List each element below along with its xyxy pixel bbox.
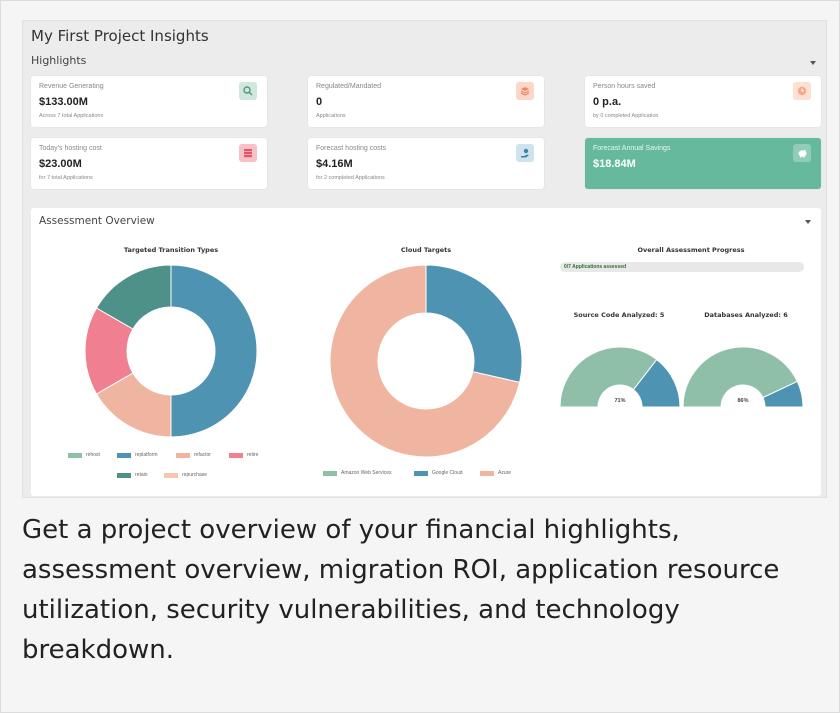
- cloud-targets-donut: [329, 264, 523, 458]
- card-subtext: for 7 total Applications: [39, 175, 93, 181]
- card-subtext: for 2 completed Applications: [316, 175, 385, 181]
- legend-swatch: [117, 472, 131, 478]
- server-icon: [239, 144, 257, 162]
- card-label: Forecast hosting costs: [316, 145, 387, 152]
- page-title: My First Project Insights: [31, 27, 209, 45]
- card-todays-hosting-cost[interactable]: Today's hosting cost $23.00M for 7 total…: [31, 138, 267, 189]
- legend-label: rehost: [86, 452, 100, 458]
- card-label: Today's hosting cost: [39, 145, 102, 152]
- card-label: Revenue Generating: [39, 83, 104, 90]
- dashboard-screenshot: My First Project Insights Highlights Rev…: [22, 20, 827, 498]
- piggy-bank-icon: [793, 144, 811, 162]
- legend-item-replatform: replatform: [117, 452, 158, 458]
- card-value: $133.00M: [39, 96, 88, 108]
- magnifier-dollar-icon: [239, 82, 257, 100]
- assessment-overview-title: Assessment Overview: [39, 215, 155, 227]
- legend-label: retain: [135, 472, 148, 478]
- card-revenue-generating[interactable]: Revenue Generating $133.00M Across 7 tot…: [31, 76, 267, 127]
- legend-item-google-cloud: Google Cloud: [414, 470, 463, 476]
- card-value: 0 p.a.: [593, 96, 622, 108]
- card-label: Forecast Annual Savings: [593, 145, 671, 152]
- card-value: $18.84M: [593, 158, 636, 170]
- assessment-overview-panel: Assessment Overview Targeted Transition …: [31, 208, 821, 496]
- overall-progress-title: Overall Assessment Progress: [637, 246, 745, 254]
- legend-swatch: [323, 470, 337, 476]
- assessment-progress-text: 0/7 Applications assessed: [564, 264, 627, 270]
- source-code-percent: 71%: [614, 398, 626, 404]
- databases-title: Databases Analyzed: 6: [704, 311, 788, 319]
- legend-label: Amazon Web Services: [341, 470, 392, 476]
- card-label: Person hours saved: [593, 83, 656, 90]
- legend-swatch: [68, 452, 82, 458]
- legend-swatch: [480, 470, 494, 476]
- card-value: 0: [316, 96, 323, 108]
- source-code-title: Source Code Analyzed: 5: [573, 311, 665, 319]
- transition-types-title: Targeted Transition Types: [123, 246, 219, 254]
- feature-caption: Get a project overview of your financial…: [22, 515, 780, 665]
- legend-swatch: [164, 472, 178, 478]
- card-value: $4.16M: [316, 158, 353, 170]
- legend-item-repurchase: repurchase: [164, 472, 207, 478]
- legend-label: Google Cloud: [432, 470, 463, 476]
- card-subtext: Across 7 total Applications: [39, 113, 104, 119]
- legend-label: replatform: [135, 452, 158, 458]
- legend-label: Azure: [498, 470, 512, 476]
- card-subtext: by 0 completed Application: [593, 113, 659, 119]
- card-forecast-hosting-costs[interactable]: Forecast hosting costs $4.16M for 2 comp…: [308, 138, 544, 189]
- card-subtext: Applications: [316, 113, 346, 119]
- legend-item-retire: retire: [229, 452, 258, 458]
- assessment-progress-bar: 0/7 Applications assessed: [560, 262, 804, 272]
- legend-item-azure: Azure: [480, 470, 511, 476]
- legend-item-retain: retain: [117, 472, 148, 478]
- highlights-collapse-icon[interactable]: [810, 61, 816, 65]
- legend-label: refactor: [194, 452, 211, 458]
- slice-replatform[interactable]: [170, 264, 258, 438]
- clock-icon: [793, 82, 811, 100]
- hand-dollar-icon: [516, 144, 534, 162]
- legend-label: retire: [247, 452, 259, 458]
- legend-swatch: [176, 452, 190, 458]
- cloud-targets-title: Cloud Targets: [400, 246, 452, 254]
- legend-label: repurchase: [182, 472, 208, 478]
- legend-swatch: [414, 470, 428, 476]
- stack-icon: [516, 82, 534, 100]
- legend-item-aws: Amazon Web Services: [323, 470, 391, 476]
- databases-percent: 86%: [737, 398, 749, 404]
- card-label: Regulated/Mandated: [316, 83, 381, 90]
- content-frame: My First Project Insights Highlights Rev…: [0, 0, 840, 713]
- legend-swatch: [117, 452, 131, 458]
- highlights-title: Highlights: [31, 54, 87, 67]
- card-person-hours-saved[interactable]: Person hours saved 0 p.a. by 0 completed…: [585, 76, 821, 127]
- legend-item-refactor: refactor: [176, 452, 211, 458]
- card-forecast-annual-savings[interactable]: Forecast Annual Savings $18.84M: [585, 138, 821, 189]
- card-value: $23.00M: [39, 158, 82, 170]
- assessment-collapse-icon[interactable]: [805, 220, 811, 224]
- slice-google-cloud[interactable]: [425, 264, 523, 383]
- legend-item-rehost: rehost: [68, 452, 100, 458]
- card-regulated-mandated[interactable]: Regulated/Mandated 0 Applications: [308, 76, 544, 127]
- legend-swatch: [229, 452, 243, 458]
- transition-types-donut: [84, 264, 258, 438]
